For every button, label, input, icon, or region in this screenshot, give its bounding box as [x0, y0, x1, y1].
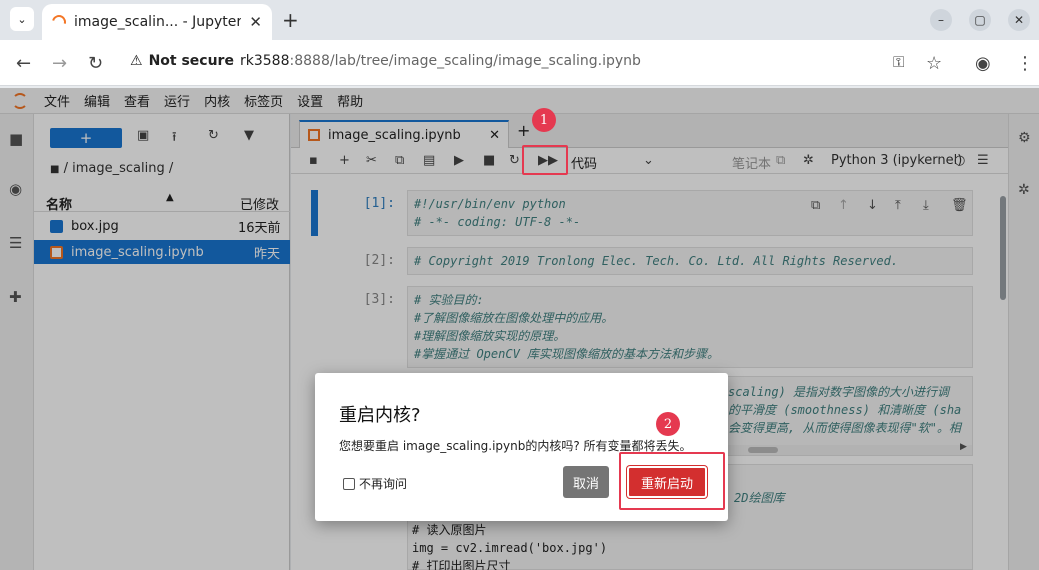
checkbox-label: 不再询问 [359, 477, 408, 491]
minimize-button[interactable]: – [930, 9, 952, 31]
annotation-badge-1: 1 [532, 108, 556, 132]
more-menu-icon[interactable]: ⋮ [1016, 53, 1034, 74]
app-window: ⌄ image_scalin... - Jupyter ✕ + – ▢ ✕ ← … [0, 0, 1039, 570]
browser-tabstrip: ⌄ image_scalin... - Jupyter ✕ + – ▢ ✕ [0, 0, 1039, 40]
star-icon[interactable]: ☆ [926, 53, 942, 74]
browser-tab[interactable]: image_scalin... - Jupyter ✕ [42, 4, 272, 40]
reload-icon[interactable]: ↻ [88, 53, 103, 74]
annotation-highlight-1 [522, 145, 568, 175]
dont-ask-again-checkbox[interactable]: 不再询问 [343, 475, 407, 492]
chevron-down-icon: ⌄ [17, 12, 27, 26]
url-host: rk3588 [240, 53, 290, 69]
forward-icon[interactable]: → [52, 53, 67, 74]
cancel-button[interactable]: 取消 [563, 466, 609, 498]
browser-tab-title: image_scalin... - Jupyter [74, 14, 242, 30]
url-field[interactable]: rk3588:8888/lab/tree/image_scaling/image… [240, 53, 641, 69]
address-bar: ← → ↻ ⚠ Not secure rk3588:8888/lab/tree/… [0, 40, 1039, 86]
maximize-button[interactable]: ▢ [969, 9, 991, 31]
annotation-badge-2: 2 [656, 412, 680, 436]
checkbox-box[interactable] [343, 477, 355, 490]
not-secure-label: Not secure [148, 53, 234, 69]
dialog-title: 重启内核? [339, 405, 421, 426]
new-tab-button[interactable]: + [282, 8, 299, 32]
key-icon[interactable]: ⚿ [893, 53, 904, 71]
close-window-button[interactable]: ✕ [1008, 9, 1030, 31]
warning-icon: ⚠ [130, 53, 143, 69]
tab-search-button[interactable]: ⌄ [10, 7, 34, 31]
profile-icon[interactable]: ◉ [975, 53, 991, 74]
back-icon[interactable]: ← [16, 53, 31, 74]
jupyter-favicon-icon [49, 12, 69, 32]
url-path: :8888/lab/tree/image_scaling/image_scali… [289, 53, 641, 69]
security-indicator[interactable]: ⚠ Not secure [130, 53, 234, 69]
annotation-highlight-2 [619, 452, 725, 510]
close-tab-icon[interactable]: ✕ [249, 13, 262, 31]
